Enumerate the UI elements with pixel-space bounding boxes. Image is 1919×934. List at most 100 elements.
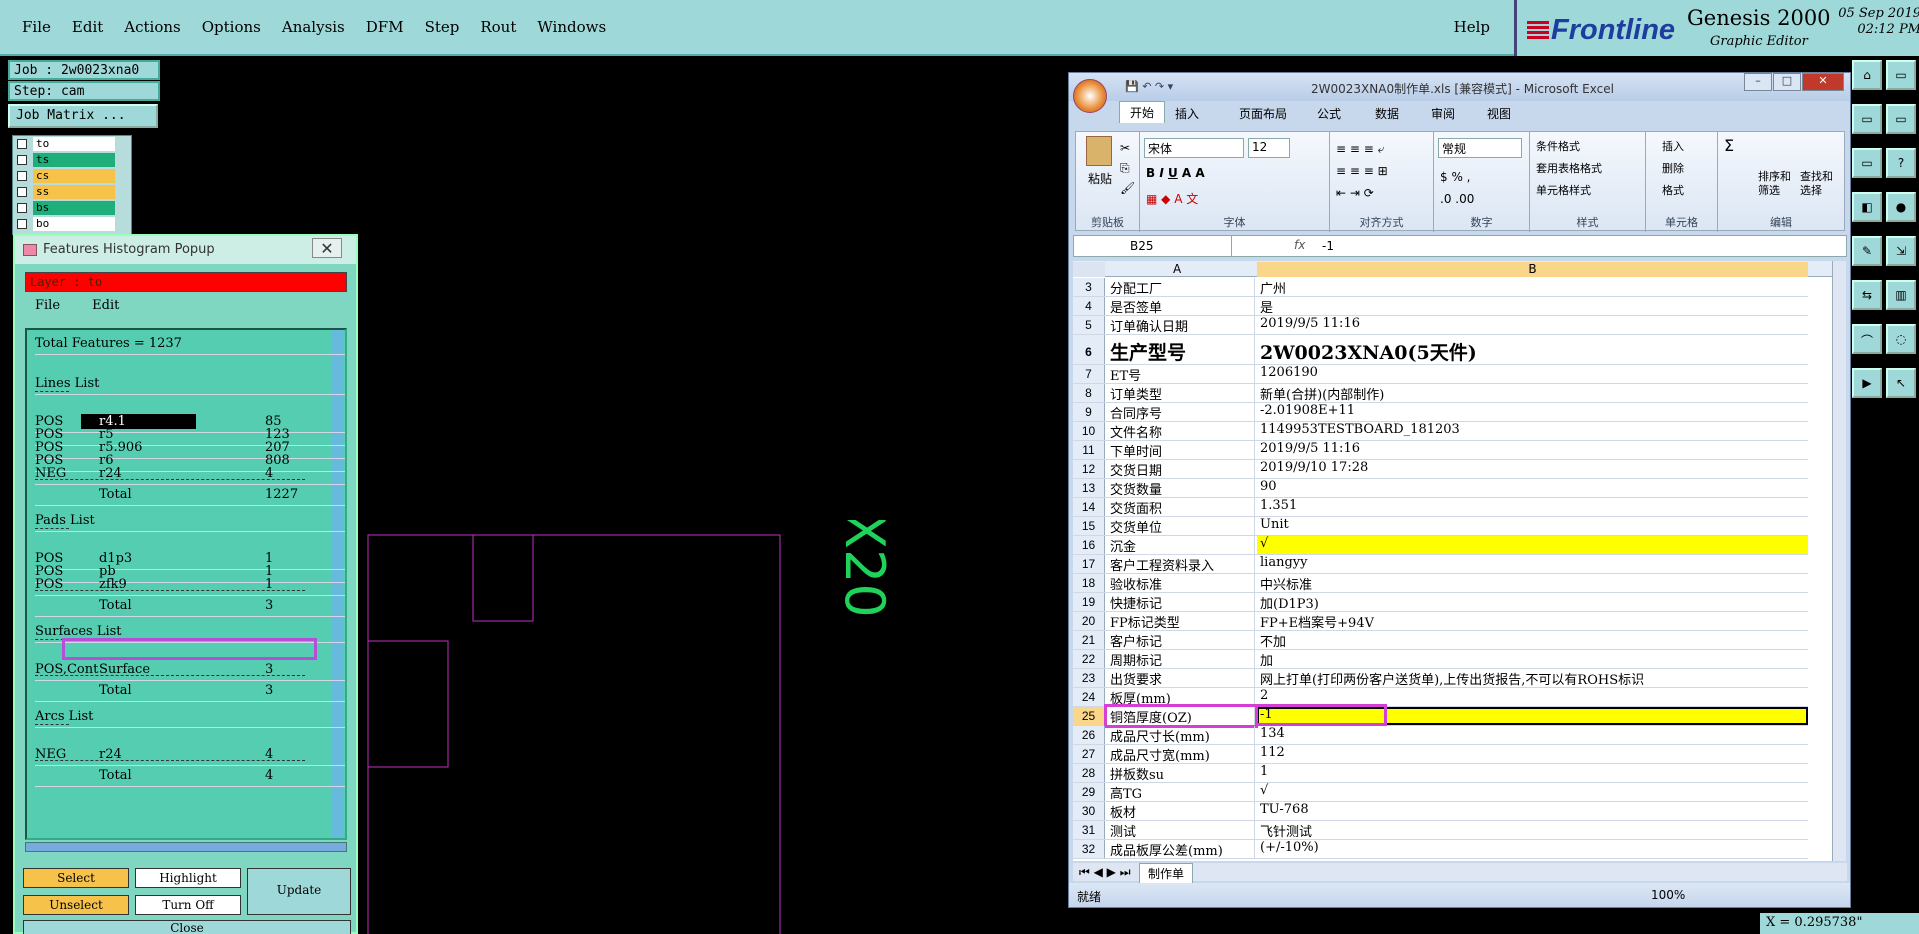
update-button[interactable]: Update [247,868,351,915]
menu-step[interactable]: Step [425,18,460,36]
sheet-row[interactable]: 25 铜箔厚度(OZ) -1 [1073,704,1808,728]
row-number[interactable]: 8 [1073,384,1105,402]
sheet-row[interactable]: 24 板厚(mm) 2 [1073,688,1808,707]
close-window-icon[interactable]: ✕ [1802,73,1844,91]
worksheet[interactable]: A B 3 分配工厂 广州 4 是否签单是 5 订单确认日期 2019/9/5 11:16 6 生… [1073,261,1833,861]
row-number[interactable]: 27 [1073,745,1105,763]
cell-b[interactable]: TU-768 [1257,802,1808,820]
row-number[interactable]: 32 [1073,840,1105,858]
cell-b[interactable]: Unit [1257,517,1808,535]
ribbon-tab-6[interactable]: 视图 [1487,105,1511,122]
cell-a[interactable]: 订单类型 [1107,384,1255,402]
cell-a[interactable]: 测试 [1107,821,1255,839]
sheet-row[interactable]: 8 订单类型 新单(合拼)(内部制作) [1073,384,1808,403]
sheet-row[interactable]: 21 客户标记 不加 [1073,631,1808,650]
cell-a[interactable]: 成品尺寸长(mm) [1107,726,1255,744]
font-name-select[interactable]: 宋体 [1144,138,1244,158]
sheet-row[interactable]: 10 文件名称 1149953TESTBOARD_181203 [1073,422,1808,441]
menu-dfm[interactable]: DFM [366,18,404,36]
cell-b[interactable]: -2.01908E+11 [1257,403,1808,421]
cell-a[interactable]: 交货日期 [1107,460,1255,478]
sheet-row[interactable]: 19 快捷标记 加(D1P3) [1073,593,1808,612]
close-icon[interactable]: ✕ [312,238,342,258]
ribbon-tab-0[interactable]: 开始 [1119,101,1166,123]
cell-b[interactable]: 飞针测试 [1257,821,1808,839]
horizontal-scrollbar[interactable] [25,842,347,852]
sheet-row[interactable]: 6 生产型号 2W0023XNA0(5天件) [1073,335,1808,365]
row-number[interactable]: 5 [1073,316,1105,334]
row-number[interactable]: 17 [1073,555,1105,573]
layer-row-bs[interactable]: bs [13,200,131,216]
sheet-row[interactable]: 12 交货日期 2019/9/10 17:28 [1073,460,1808,479]
cell-b[interactable]: 新单(合拼)(内部制作) [1257,384,1808,402]
row-number[interactable]: 30 [1073,802,1105,820]
row-number[interactable]: 13 [1073,479,1105,497]
cell-b[interactable]: FP+E档案号+94V [1257,612,1808,630]
row-number[interactable]: 25 [1073,707,1105,725]
col-header-a[interactable]: A [1173,262,1181,276]
ribbon-tab-2[interactable]: 页面布局 [1239,105,1287,122]
cell-a[interactable]: 高TG [1107,783,1255,801]
row-number[interactable]: 3 [1073,278,1105,296]
sheet-row[interactable]: 22 周期标记加 [1073,650,1808,669]
sheet-row[interactable]: 7 ET号 1206190 [1073,365,1808,384]
job-matrix-button[interactable]: Job Matrix ... [8,104,158,128]
tool-icon-12[interactable]: ⌒ [1852,324,1882,354]
histogram-entry[interactable]: POS zfk9 1 [35,577,345,596]
sheet-row[interactable]: 23 出货要求 网上打单(打印两份客户送货单),上传出货报告,不可以有ROHS标识 [1073,669,1808,688]
row-number[interactable]: 26 [1073,726,1105,744]
sheet-row[interactable]: 29 高TG √ [1073,783,1808,802]
menu-help[interactable]: Help [1454,18,1490,36]
sheet-row[interactable]: 32 成品板厚公差(mm) (+/-10%) [1073,840,1808,859]
close-button[interactable]: Close [23,920,351,934]
cell-b[interactable]: 不加 [1257,631,1808,649]
tool-icon-14[interactable]: ▶ [1852,368,1882,398]
sheet-tab[interactable]: 制作单 [1139,863,1194,884]
layer-checkbox[interactable] [17,203,27,213]
cell-b[interactable]: 加(D1P3) [1257,593,1808,611]
histogram-entry[interactable]: NEG r24 4 [35,747,345,766]
cell-b[interactable]: 1206190 [1257,365,1808,383]
row-number[interactable]: 7 [1073,365,1105,383]
cell-a[interactable]: 板材 [1107,802,1255,820]
sheet-row[interactable]: 20 FP标记类型 FP+E档案号+94V [1073,612,1808,631]
cell-a[interactable]: FP标记类型 [1107,612,1255,630]
cell-a[interactable]: 拼板数su [1107,764,1255,782]
cell-b[interactable]: (+/-10%) [1257,840,1808,858]
color-buttons[interactable]: ▦ ◆ A 文 [1146,190,1198,207]
sum-icon[interactable]: Σ [1724,136,1734,155]
sheet-row[interactable]: 16 沉金 √ [1073,536,1808,555]
row-number[interactable]: 14 [1073,498,1105,516]
row-number[interactable]: 28 [1073,764,1105,782]
cell-a[interactable]: 客户工程资料录入 [1107,555,1255,573]
cell-b[interactable]: 1149953TESTBOARD_181203 [1257,422,1808,440]
cell-b[interactable]: 网上打单(打印两份客户送货单),上传出货报告,不可以有ROHS标识 [1257,669,1808,687]
cell-a[interactable]: 出货要求 [1107,669,1255,687]
quick-access-toolbar[interactable]: 💾 ↶ ↷ ▾ [1125,80,1173,93]
cell-a[interactable]: 客户标记 [1107,631,1255,649]
sheet-row[interactable]: 13 交货数量 90 [1073,479,1808,498]
sheet-row[interactable]: 15 交货单位 Unit [1073,517,1808,536]
ribbon-tab-1[interactable]: 插入 [1175,105,1199,122]
cell-b[interactable]: 2019/9/10 17:28 [1257,460,1808,478]
layer-row-to[interactable]: to [13,136,131,152]
cell-a[interactable]: 文件名称 [1107,422,1255,440]
histogram-entry[interactable]: POS,Cont Surface 3 [35,662,345,681]
tool-icon-6[interactable]: ◧ [1852,192,1882,222]
paste-label[interactable]: 粘贴 [1088,170,1112,187]
highlight-button[interactable]: Highlight [135,868,241,888]
cell-a[interactable]: 板厚(mm) [1107,688,1255,706]
sheet-row[interactable]: 4 是否签单是 [1073,297,1808,316]
row-number[interactable]: 15 [1073,517,1105,535]
sheet-row[interactable]: 14 交货面积 1.351 [1073,498,1808,517]
row-number[interactable]: 21 [1073,631,1105,649]
layer-row-cs[interactable]: cs [13,168,131,184]
row-number[interactable]: 19 [1073,593,1105,611]
sheet-row[interactable]: 31 测试 飞针测试 [1073,821,1808,840]
row-number[interactable]: 23 [1073,669,1105,687]
layer-checkbox[interactable] [17,139,27,149]
histogram-list[interactable]: Total Features = 1237 Lines List POS r4.1 85… [25,328,347,840]
row-number[interactable]: 10 [1073,422,1105,440]
font-size-select[interactable]: 12 [1248,138,1290,158]
layer-checkbox[interactable] [17,155,27,165]
